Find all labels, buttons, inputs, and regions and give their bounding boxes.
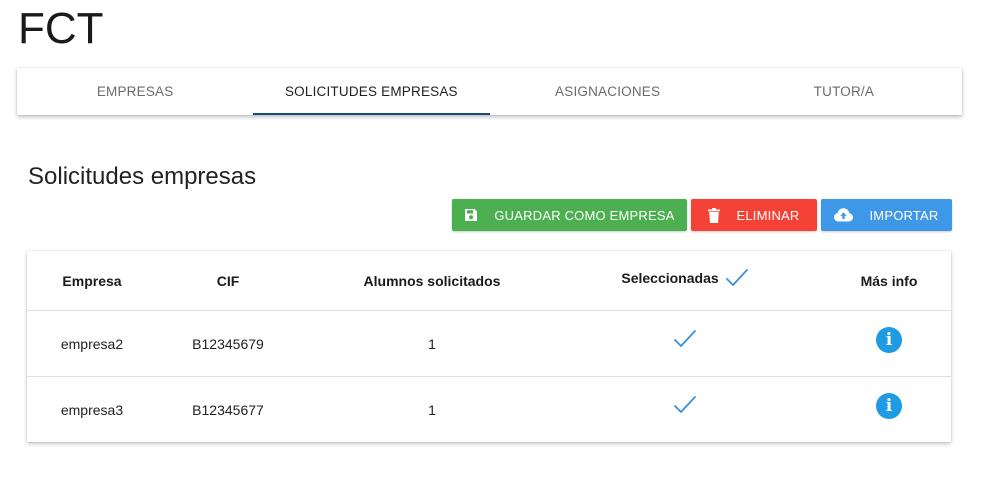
delete-button[interactable]: ELIMINAR: [691, 199, 817, 231]
requests-table: Empresa CIF Alumnos solicitados Seleccio…: [27, 251, 951, 442]
section-title: Solicitudes empresas: [28, 163, 257, 190]
tab-empresas[interactable]: EMPRESAS: [17, 68, 253, 115]
cell-mas-info: i: [839, 373, 939, 438]
cell-alumnos: 1: [428, 401, 436, 418]
header-seleccionadas-label: Seleccionadas: [621, 269, 719, 286]
save-as-company-button[interactable]: GUARDAR COMO EMPRESA: [452, 199, 687, 231]
tab-asignaciones[interactable]: ASIGNACIONES: [490, 68, 726, 115]
info-icon[interactable]: i: [876, 392, 902, 419]
trash-icon: [708, 207, 721, 223]
cell-mas-info: i: [839, 307, 939, 372]
cell-cif: B12345679: [192, 335, 264, 352]
save-as-company-label: GUARDAR COMO EMPRESA: [494, 207, 675, 223]
header-alumnos-solicitados[interactable]: Alumnos solicitados: [332, 251, 532, 310]
header-seleccionadas[interactable]: Seleccionadas: [585, 251, 785, 310]
table-header: Empresa CIF Alumnos solicitados Seleccio…: [27, 251, 951, 311]
table-row[interactable]: empresa3 B12345677 1 i: [27, 377, 951, 442]
table-row[interactable]: empresa2 B12345679 1 i: [27, 311, 951, 377]
header-mas-info: Más info: [860, 272, 918, 289]
tab-tutor[interactable]: TUTOR/A: [726, 68, 962, 115]
cell-cif: B12345677: [192, 401, 264, 418]
check-icon: [674, 395, 696, 413]
floppy-disk-icon: [464, 208, 478, 222]
header-empresa[interactable]: Empresa: [42, 251, 142, 310]
import-label: IMPORTAR: [869, 207, 939, 223]
cell-seleccionada[interactable]: [585, 372, 785, 437]
check-icon: [674, 329, 696, 347]
cell-empresa: empresa2: [60, 335, 124, 352]
info-icon[interactable]: i: [876, 326, 902, 353]
cell-seleccionada[interactable]: [585, 306, 785, 371]
cell-alumnos: 1: [428, 335, 436, 352]
cloud-upload-icon: [834, 208, 854, 222]
tabs-bar: EMPRESAS SOLICITUDES EMPRESAS ASIGNACION…: [17, 68, 962, 115]
app-title: FCT: [18, 4, 104, 53]
delete-label: ELIMINAR: [736, 207, 800, 223]
cell-empresa: empresa3: [60, 401, 124, 418]
header-cif[interactable]: CIF: [178, 251, 278, 310]
import-button[interactable]: IMPORTAR: [821, 199, 952, 231]
tab-solicitudes-empresas[interactable]: SOLICITUDES EMPRESAS: [253, 68, 490, 115]
check-icon: [725, 268, 748, 286]
